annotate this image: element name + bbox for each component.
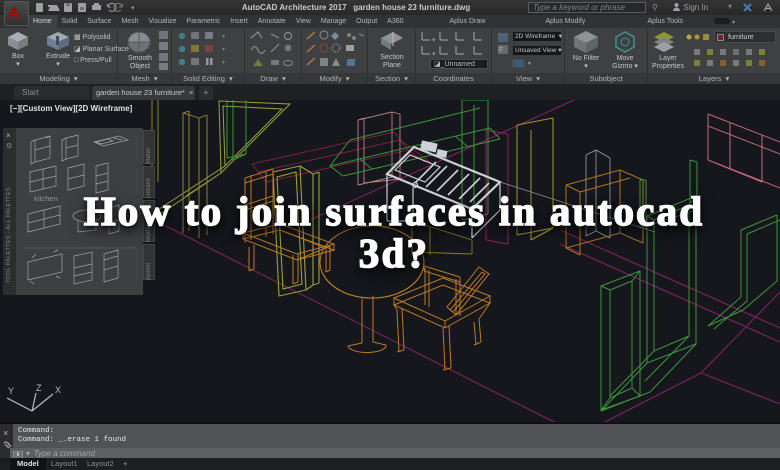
svg-text:X: X bbox=[55, 385, 61, 395]
svg-text:F: F bbox=[499, 47, 503, 54]
svg-text:▾: ▾ bbox=[432, 51, 436, 58]
svg-text:Z: Z bbox=[36, 383, 42, 393]
svg-text:▾: ▾ bbox=[222, 34, 225, 40]
svg-text:Y: Y bbox=[8, 386, 14, 396]
svg-text:A: A bbox=[8, 5, 20, 22]
svg-text:▾: ▾ bbox=[222, 47, 225, 53]
svg-text:▾: ▾ bbox=[432, 37, 436, 44]
svg-text:▾: ▾ bbox=[222, 60, 225, 66]
